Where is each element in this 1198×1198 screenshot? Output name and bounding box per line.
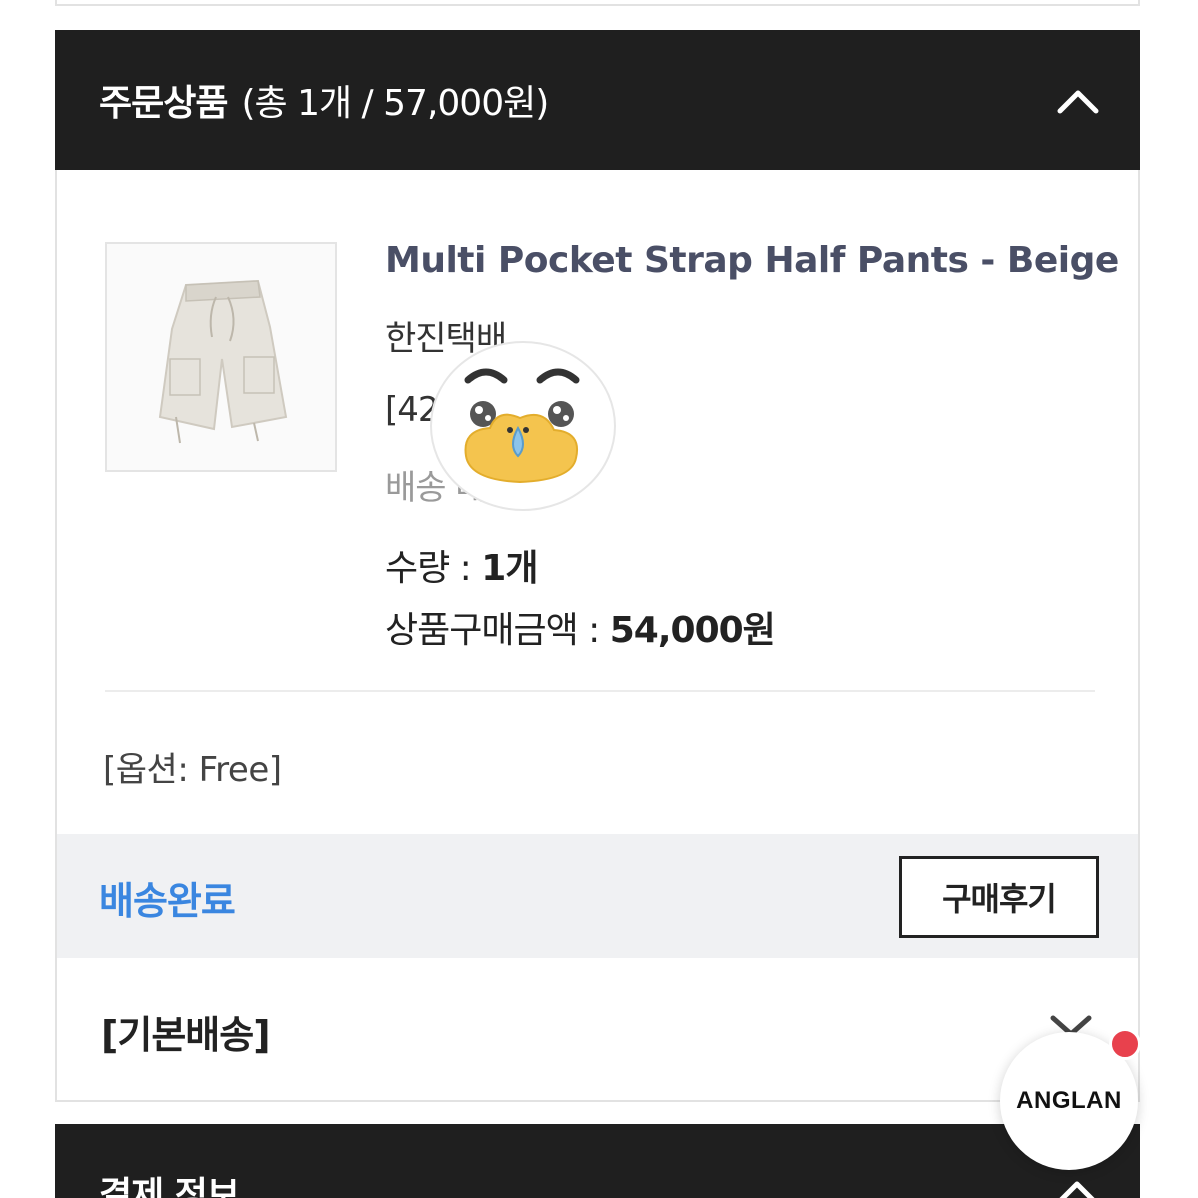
quantity-label: 수량 : <box>385 548 482 589</box>
payment-info-header[interactable]: 결제 정보 <box>55 1124 1140 1198</box>
quantity-value: 1개 <box>481 548 538 589</box>
product-name[interactable]: Multi Pocket Strap Half Pants - Beige <box>385 240 1125 281</box>
chevron-up-icon[interactable] <box>1056 78 1100 122</box>
order-items-header[interactable]: 주문상품 (총 1개 / 57,000원) <box>55 30 1140 170</box>
previous-section-edge <box>55 0 1140 6</box>
amount-label: 상품구매금액 : <box>385 610 610 651</box>
payment-title: 결제 정보 <box>99 1175 240 1198</box>
shorts-image-icon <box>158 279 288 444</box>
crying-face-sticker-icon <box>428 336 618 512</box>
amount-value: 54,000원 <box>609 610 776 651</box>
shipping-section[interactable]: [기본배송] <box>55 958 1140 1102</box>
product-thumbnail[interactable] <box>105 242 337 472</box>
brand-badge-label: ANGLAN <box>1016 1087 1122 1114</box>
shipping-title: [기본배송] <box>101 1013 271 1057</box>
product-option: [옵션: Free] <box>103 750 282 790</box>
delivery-status-bar: 배송완료 구매후기 <box>55 834 1140 958</box>
divider <box>105 690 1095 692</box>
quantity-row: 수량 : 1개 <box>385 539 1125 591</box>
order-items-title: 주문상품 <box>99 83 228 124</box>
write-review-button[interactable]: 구매후기 <box>899 856 1099 938</box>
delivery-status: 배송완료 <box>99 879 236 923</box>
chevron-up-icon[interactable] <box>1055 1176 1099 1198</box>
amount-row: 상품구매금액 : 54,000원 <box>385 601 1125 653</box>
order-summary: (총 1개 / 57,000원) <box>241 83 549 124</box>
notification-dot <box>1109 1028 1141 1060</box>
